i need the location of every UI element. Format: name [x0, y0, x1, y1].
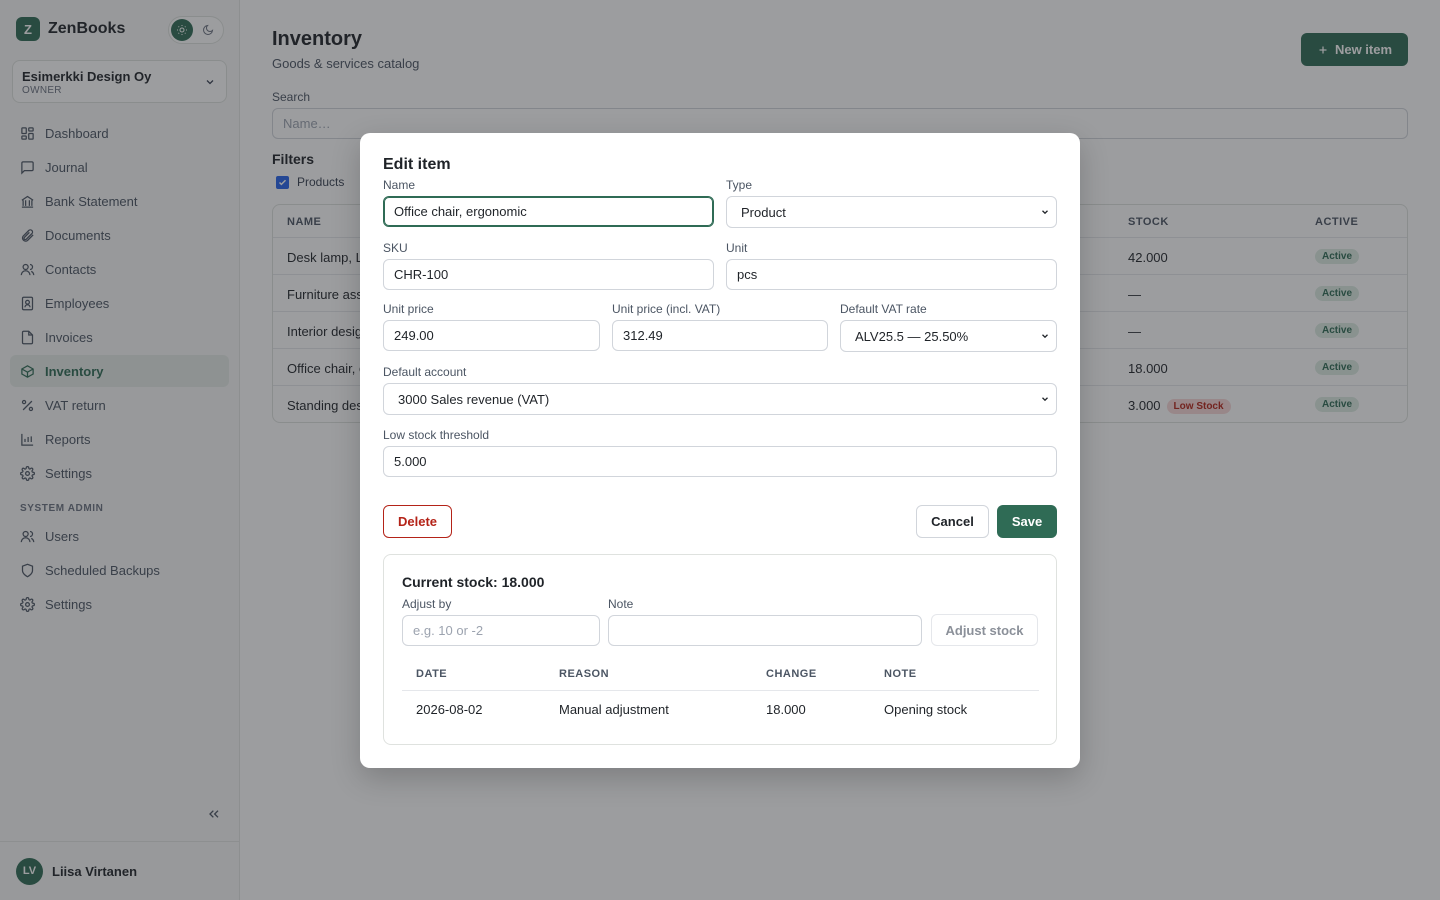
sku-input[interactable]: CHR-100 — [383, 259, 714, 290]
column-note: NOTE — [884, 668, 917, 680]
table-row: 2026-08-02 Manual adjustment 18.000 Open… — [402, 692, 1039, 725]
name-label: Name — [383, 178, 416, 192]
column-reason: REASON — [559, 668, 610, 680]
adjust-stock-button[interactable]: Adjust stock — [931, 614, 1038, 646]
chevron-down-icon — [1042, 210, 1048, 215]
adjust-by-input[interactable]: e.g. 10 or -2 — [402, 615, 600, 646]
sku-label: SKU — [383, 241, 408, 255]
edit-item-dialog: Edit item Name Office chair, ergonomic T… — [360, 133, 1080, 768]
account-label: Default account — [383, 365, 467, 379]
unit-price-label: Unit price — [383, 302, 434, 316]
type-select[interactable]: Product — [726, 196, 1057, 228]
movement-change: 18.000 — [766, 702, 806, 717]
cancel-button[interactable]: Cancel — [916, 505, 989, 538]
movements-header: DATE REASON CHANGE NOTE — [402, 661, 1039, 691]
movement-note: Opening stock — [884, 702, 968, 717]
save-button[interactable]: Save — [997, 505, 1057, 538]
threshold-input[interactable]: 5.000 — [383, 446, 1057, 477]
vat-rate-label: Default VAT rate — [840, 302, 927, 316]
dialog-title: Edit item — [383, 156, 451, 173]
chevron-down-icon — [1042, 334, 1048, 339]
name-input[interactable]: Office chair, ergonomic — [383, 196, 714, 227]
threshold-label: Low stock threshold — [383, 428, 490, 442]
column-date: DATE — [416, 668, 448, 680]
chevron-down-icon — [1042, 397, 1048, 402]
adjust-by-label: Adjust by — [402, 597, 452, 611]
account-value: 3000 Sales revenue (VAT) — [398, 391, 550, 407]
delete-button[interactable]: Delete — [383, 505, 452, 538]
current-stock: Current stock: 18.000 — [402, 574, 545, 590]
unit-price-vat-input[interactable]: 312.49 — [612, 320, 828, 351]
type-value: Product — [741, 204, 786, 220]
column-change: CHANGE — [766, 668, 817, 680]
note-input[interactable] — [608, 615, 922, 646]
note-label: Note — [608, 597, 634, 611]
movement-reason: Manual adjustment — [559, 702, 669, 717]
vat-rate-select[interactable]: ALV25.5 — 25.50% — [840, 320, 1057, 352]
unit-label: Unit — [726, 241, 748, 255]
unit-price-vat-label: Unit price (incl. VAT) — [612, 302, 721, 316]
unit-input[interactable]: pcs — [726, 259, 1057, 290]
unit-price-input[interactable]: 249.00 — [383, 320, 600, 351]
account-select[interactable]: 3000 Sales revenue (VAT) — [383, 383, 1057, 415]
stock-panel: Current stock: 18.000 Adjust by e.g. 10 … — [383, 554, 1057, 745]
vat-rate-value: ALV25.5 — 25.50% — [855, 328, 969, 344]
movement-date: 2026-08-02 — [416, 702, 483, 717]
type-label: Type — [726, 178, 753, 192]
